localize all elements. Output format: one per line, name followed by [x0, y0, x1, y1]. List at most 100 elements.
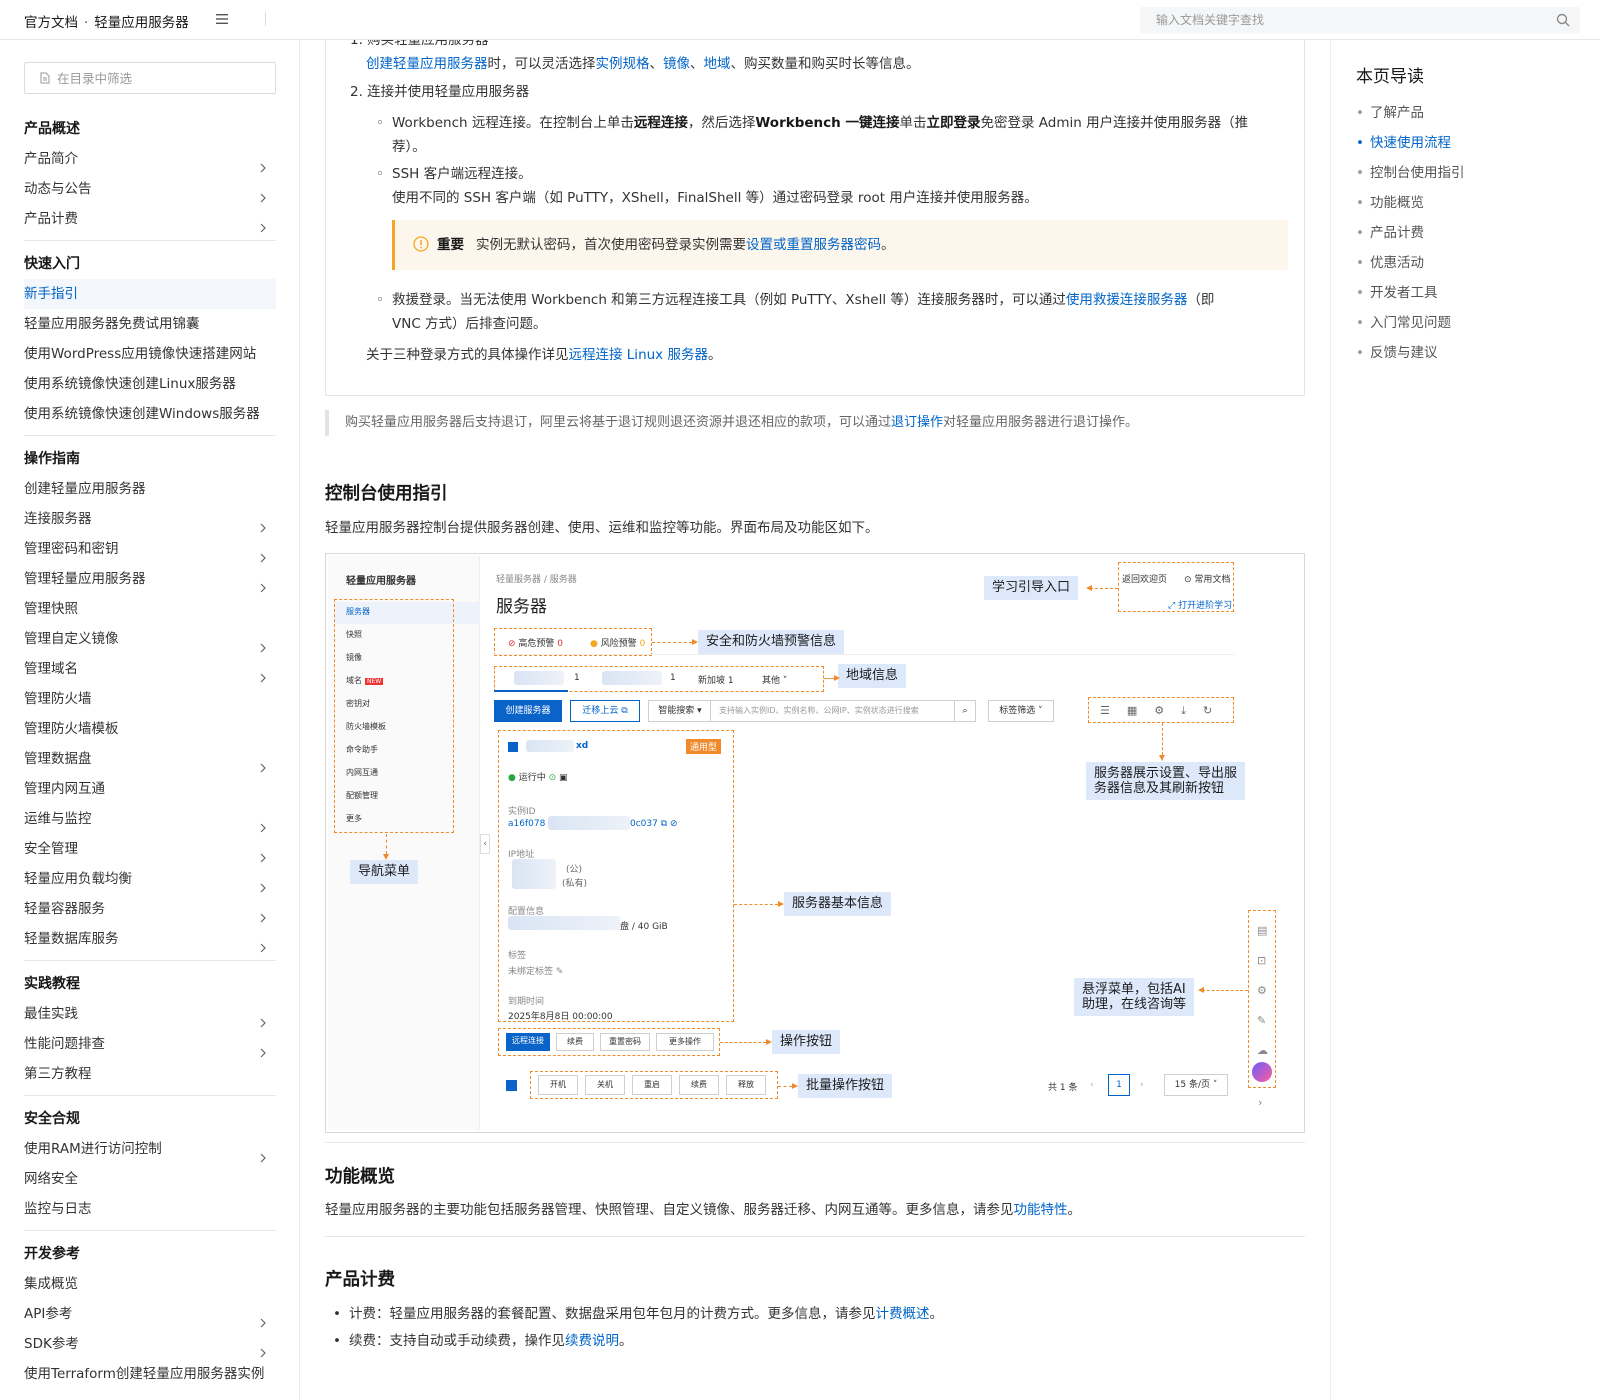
sidebar-nav-item[interactable]: 轻量容器服务	[24, 894, 276, 924]
chevron-right-icon[interactable]	[258, 1144, 268, 1163]
nav-group-title[interactable]: 快速入门	[24, 249, 276, 279]
sidebar-nav-item[interactable]: 轻量应用服务器免费试用锦囊	[24, 309, 276, 339]
toc-item[interactable]: 了解产品	[1356, 98, 1464, 128]
sidebar-nav-item[interactable]: 监控与日志	[24, 1194, 276, 1224]
chevron-right-icon[interactable]	[258, 634, 268, 653]
nav-group-title[interactable]: 开发参考	[24, 1239, 276, 1269]
sidebar-nav-item[interactable]: 轻量应用负载均衡	[24, 864, 276, 894]
sidebar-nav-item[interactable]: 安全管理	[24, 834, 276, 864]
chevron-right-icon[interactable]	[258, 1309, 268, 1328]
sidebar-nav-item[interactable]: 管理快照	[24, 594, 276, 624]
renewal-link[interactable]: 续费说明	[565, 1333, 619, 1349]
nav-group-title[interactable]: 操作指南	[24, 444, 276, 474]
nav-group-title[interactable]: 安全合规	[24, 1104, 276, 1134]
toc-item[interactable]: 优惠活动	[1356, 248, 1464, 278]
sidebar-nav-item[interactable]: 管理轻量应用服务器	[24, 564, 276, 594]
chevron-right-icon[interactable]	[258, 544, 268, 563]
sidebar-nav-item[interactable]: 管理自定义镜像	[24, 624, 276, 654]
sidebar-nav-item[interactable]: 产品计费	[24, 204, 276, 234]
reset-password-link[interactable]: 设置或重置服务器密码	[746, 237, 881, 253]
search-icon[interactable]	[1556, 13, 1570, 27]
fig-type-badge: 通用型	[686, 739, 722, 754]
nav-group-title[interactable]: 实践教程	[24, 969, 276, 999]
sidebar-nav-item[interactable]: 最佳实践	[24, 999, 276, 1029]
sidebar-nav-item[interactable]: 集成概览	[24, 1269, 276, 1299]
create-server-link[interactable]: 创建轻量应用服务器	[366, 56, 488, 72]
menu-icon[interactable]	[215, 12, 229, 26]
remote-linux-link[interactable]: 远程连接 Linux 服务器	[569, 347, 708, 363]
image-link[interactable]: 镜像	[663, 56, 690, 72]
sidebar-nav-item[interactable]: 使用WordPress应用镜像快速搭建网站	[24, 339, 276, 369]
sidebar-nav-item[interactable]: 性能问题排查	[24, 1029, 276, 1059]
sidebar-nav-item[interactable]: 动态与公告	[24, 174, 276, 204]
toc-item[interactable]: 控制台使用指引	[1356, 158, 1465, 188]
sidebar-nav-label: 轻量数据库服务	[24, 931, 119, 947]
fig-batch-button: 释放	[726, 1075, 766, 1095]
toc-item[interactable]: 入门常见问题	[1356, 308, 1464, 338]
sidebar-nav-item[interactable]: 网络安全	[24, 1164, 276, 1194]
sidebar-nav-item[interactable]: 管理域名	[24, 654, 276, 684]
chevron-right-icon[interactable]	[258, 814, 268, 833]
sidebar-nav-item[interactable]: 第三方教程	[24, 1059, 276, 1089]
chevron-right-icon[interactable]	[258, 754, 268, 773]
sidebar-nav-item[interactable]: 创建轻量应用服务器	[24, 474, 276, 504]
fig-batch-button: 开机	[538, 1075, 578, 1095]
toc-item[interactable]: 快速使用流程	[1356, 128, 1464, 158]
region-link[interactable]: 地域	[704, 56, 731, 72]
sidebar-nav-item[interactable]: API参考	[24, 1299, 276, 1329]
sidebar-nav-item[interactable]: 使用RAM进行访问控制	[24, 1134, 276, 1164]
toc-item[interactable]: 产品计费	[1356, 218, 1464, 248]
fig-batch-button: 续费	[679, 1075, 719, 1095]
product-link[interactable]: 轻量应用服务器	[94, 15, 189, 31]
sidebar-nav-item[interactable]: 新手指引	[24, 279, 276, 309]
sidebar-nav-label: 运维与监控	[24, 811, 92, 827]
sidebar-nav-item[interactable]: 管理防火墙	[24, 684, 276, 714]
sidebar-nav-label: 安全管理	[24, 841, 78, 857]
page-toc: 本页导读 了解产品快速使用流程控制台使用指引功能概览产品计费优惠活动开发者工具入…	[1330, 40, 1600, 1400]
sidebar-nav-item[interactable]: 使用Terraform创建轻量应用服务器实例	[24, 1359, 276, 1389]
sidebar-nav-item[interactable]: 连接服务器	[24, 504, 276, 534]
sidebar-nav-item[interactable]: 管理内网互通	[24, 774, 276, 804]
anno-learn: 学习引导入口	[984, 576, 1079, 600]
fig-page-title: 服务器	[496, 597, 547, 617]
chevron-right-icon[interactable]	[258, 874, 268, 893]
spec-link[interactable]: 实例规格	[596, 56, 650, 72]
toc-item[interactable]: 功能概览	[1356, 188, 1464, 218]
chevron-right-icon[interactable]	[258, 514, 268, 533]
features-link[interactable]: 功能特性	[1014, 1202, 1068, 1218]
chevron-right-icon[interactable]	[258, 664, 268, 683]
chevron-right-icon[interactable]	[258, 154, 268, 173]
toc-item[interactable]: 开发者工具	[1356, 278, 1464, 308]
doc-search-input[interactable]	[1140, 7, 1520, 33]
chevron-right-icon[interactable]	[258, 904, 268, 923]
chevron-right-icon[interactable]	[258, 1039, 268, 1058]
sidebar-nav-label: 创建轻量应用服务器	[24, 481, 146, 497]
nav-group-title[interactable]: 产品概述	[24, 114, 276, 144]
header-divider	[265, 12, 266, 26]
sidebar-nav-item[interactable]: 管理防火墙模板	[24, 714, 276, 744]
rescue-link[interactable]: 使用救援连接服务器	[1066, 292, 1188, 308]
chevron-right-icon[interactable]	[258, 574, 268, 593]
doc-home-link[interactable]: 官方文档	[24, 15, 78, 31]
chevron-right-icon[interactable]	[258, 1009, 268, 1028]
sidebar-nav-item[interactable]: SDK参考	[24, 1329, 276, 1359]
chevron-right-icon[interactable]	[258, 214, 268, 233]
refund-link[interactable]: 退订操作	[891, 415, 943, 430]
sidebar-nav-item[interactable]: 管理数据盘	[24, 744, 276, 774]
features-text: 轻量应用服务器的主要功能包括服务器管理、快照管理、自定义镜像、服务器迁移、内网互…	[325, 1202, 1081, 1218]
catalog-filter-input[interactable]	[25, 63, 245, 93]
chevron-right-icon[interactable]	[258, 844, 268, 863]
sidebar-nav-item[interactable]: 运维与监控	[24, 804, 276, 834]
sidebar-nav-item[interactable]: 使用系统镜像快速创建Linux服务器	[24, 369, 276, 399]
sidebar-nav-item[interactable]: 轻量数据库服务	[24, 924, 276, 954]
chevron-right-icon[interactable]	[258, 1339, 268, 1358]
login-summary: 关于三种登录方式的具体操作详见远程连接 Linux 服务器。	[366, 347, 722, 363]
chevron-right-icon[interactable]	[258, 184, 268, 203]
sidebar-nav-item[interactable]: 管理密码和密钥	[24, 534, 276, 564]
chevron-right-icon[interactable]	[258, 934, 268, 953]
billing-overview-link[interactable]: 计费概述	[876, 1306, 930, 1322]
steps-box: 1. 购买轻量应用服务器 创建轻量应用服务器时，可以灵活选择实例规格、镜像、地域…	[325, 40, 1305, 396]
toc-item[interactable]: 反馈与建议	[1356, 338, 1464, 368]
sidebar-nav-item[interactable]: 使用系统镜像快速创建Windows服务器	[24, 399, 276, 429]
sidebar-nav-item[interactable]: 产品简介	[24, 144, 276, 174]
